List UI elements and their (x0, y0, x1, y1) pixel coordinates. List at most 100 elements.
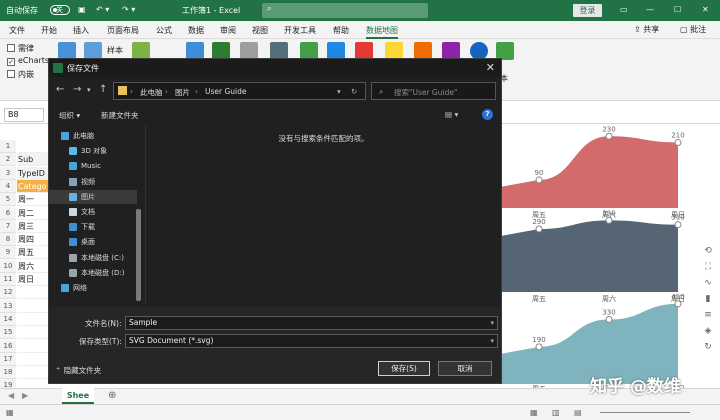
cell-a[interactable]: 周一 (17, 193, 48, 207)
cell-a[interactable] (17, 300, 48, 313)
cell-a[interactable]: 周五 (17, 246, 48, 260)
dialog-close-icon[interactable]: ✕ (486, 61, 495, 74)
cell-a[interactable] (17, 353, 48, 366)
area-series-2[interactable] (495, 220, 678, 292)
cell-a[interactable] (17, 286, 48, 300)
nav-item[interactable]: 桌面 (49, 235, 137, 249)
comments-button[interactable]: ▢ 批注 (680, 24, 706, 35)
row-header[interactable]: 8 (0, 233, 16, 247)
menu-data-map[interactable]: 数据地图 (366, 25, 398, 39)
row-header[interactable]: 18 (0, 366, 16, 380)
ribbon-display-icon[interactable]: ▭ (620, 5, 628, 14)
undo-icon[interactable]: ↶ ▾ (96, 5, 109, 14)
nav-item[interactable]: 视频 (49, 175, 137, 189)
data-point[interactable] (674, 300, 682, 308)
line-chart-icon[interactable]: ∿ (702, 278, 714, 290)
data-point[interactable] (535, 225, 543, 233)
nav-item[interactable]: 图片 (49, 189, 137, 204)
nav-item[interactable]: 网络 (49, 281, 137, 295)
nav-item[interactable]: 本地磁盘 (D:) (49, 266, 137, 280)
menu-formulas[interactable]: 公式 (156, 25, 172, 36)
cell-a[interactable] (17, 313, 48, 326)
data-view-icon[interactable]: ◈ (702, 326, 714, 338)
row-header[interactable]: 3 (0, 166, 16, 180)
sheet-tab[interactable]: Shee (62, 388, 94, 404)
back-icon[interactable]: ← (56, 84, 64, 95)
nav-pane-scrollbar[interactable] (136, 209, 141, 301)
nav-item[interactable]: 本地磁盘 (C:) (49, 251, 137, 265)
chevron-down-icon[interactable]: ▾ (490, 317, 494, 329)
breadcrumb-pictures[interactable]: 图片 (175, 87, 190, 98)
cell-a[interactable]: 周四 (17, 233, 48, 247)
macro-record-icon[interactable]: ▦ (6, 408, 14, 417)
redo-icon[interactable]: ↷ ▾ (122, 5, 135, 14)
cell-a[interactable]: Sub (17, 153, 48, 167)
refresh-icon[interactable]: ↻ (351, 87, 357, 96)
forward-icon[interactable]: → (73, 84, 81, 95)
row-header[interactable]: 5 (0, 193, 16, 207)
menu-data[interactable]: 数据 (188, 25, 204, 36)
stack-icon[interactable]: ≡ (702, 310, 714, 322)
prev-sheet-icon[interactable]: ◀ (8, 391, 14, 400)
nav-item[interactable]: 下载 (49, 220, 137, 234)
data-point[interactable] (605, 316, 613, 324)
refresh-icon[interactable]: ↻ (702, 342, 714, 354)
dialog-search-input[interactable]: ⌕ 搜索"User Guide" (371, 82, 496, 100)
menu-view[interactable]: 视图 (252, 25, 268, 36)
login-button[interactable]: 登录 (573, 4, 602, 17)
row-header[interactable]: 11 (0, 273, 16, 286)
menu-help[interactable]: 帮助 (333, 25, 349, 36)
restore-icon[interactable]: ⟲ (702, 246, 714, 258)
row-header[interactable]: 10 (0, 259, 16, 273)
normal-view-icon[interactable]: ▦ (530, 408, 538, 417)
nav-item[interactable]: 3D 对象 (49, 144, 137, 158)
ribbon-sample-label[interactable]: 样本 (107, 45, 123, 56)
breadcrumb-this-pc[interactable]: 此电脑 (140, 87, 163, 98)
row-header[interactable]: 15 (0, 326, 16, 340)
dialog-help-icon[interactable]: ? (482, 109, 493, 120)
save-button[interactable]: 保存(S) (378, 361, 430, 376)
search-box[interactable]: ⌕ (262, 3, 428, 18)
up-icon[interactable]: ↑ (99, 84, 107, 95)
menu-page-layout[interactable]: 页面布局 (107, 25, 139, 36)
data-point[interactable] (605, 132, 613, 140)
cell-a[interactable]: 周日 (17, 273, 48, 286)
organize-button[interactable]: 组织 ▾ (59, 110, 80, 121)
row-header[interactable]: 13 (0, 299, 16, 313)
cell-a[interactable] (17, 366, 48, 380)
share-button[interactable]: ⇪ 共享 (634, 24, 659, 35)
cell-a[interactable] (17, 340, 48, 353)
filetype-select[interactable]: SVG Document (*.svg) ▾ (125, 334, 498, 348)
cell-a[interactable]: 周二 (17, 207, 48, 220)
cell-a[interactable] (17, 140, 48, 153)
name-box[interactable]: B8 (4, 108, 44, 122)
close-icon[interactable]: ✕ (702, 5, 709, 14)
cell-a[interactable]: 周六 (17, 260, 48, 273)
bar-chart-icon[interactable]: ▮ (702, 294, 714, 306)
cell-a[interactable]: 周三 (17, 220, 48, 233)
zoom-slider[interactable] (600, 412, 690, 413)
row-header[interactable]: 16 (0, 339, 16, 353)
area-series-1[interactable] (495, 136, 678, 208)
menu-file[interactable]: 文件 (9, 25, 25, 36)
address-bar[interactable]: › 此电脑 › 图片 › User Guide ▾ ↻ (113, 82, 366, 100)
checkbox-1[interactable]: 需律 (7, 43, 34, 54)
cell-a[interactable] (17, 326, 48, 340)
checkbox-embed[interactable]: 内嵌 (7, 69, 34, 80)
page-break-view-icon[interactable]: ▤ (574, 408, 582, 417)
next-sheet-icon[interactable]: ▶ (22, 391, 28, 400)
row-header[interactable]: 4 (0, 179, 16, 193)
row-header[interactable]: 9 (0, 246, 16, 260)
data-point[interactable] (674, 221, 682, 229)
menu-insert[interactable]: 插入 (73, 25, 89, 36)
row-header[interactable]: 14 (0, 312, 16, 326)
cell-a[interactable]: TypeID (17, 166, 48, 180)
chart-area[interactable]: 90230210周五周六周日290330310周五周六周日190330410周五… (495, 125, 695, 393)
new-folder-button[interactable]: 新建文件夹 (101, 110, 139, 121)
checkbox-echarts[interactable]: ✓ eCharts (7, 56, 49, 66)
expand-icon[interactable]: ⛶ (702, 262, 714, 274)
menu-review[interactable]: 审阅 (220, 25, 236, 36)
view-options-icon[interactable]: ▤ ▾ (445, 110, 458, 119)
minimize-icon[interactable]: — (646, 5, 654, 14)
row-header[interactable]: 17 (0, 352, 16, 366)
